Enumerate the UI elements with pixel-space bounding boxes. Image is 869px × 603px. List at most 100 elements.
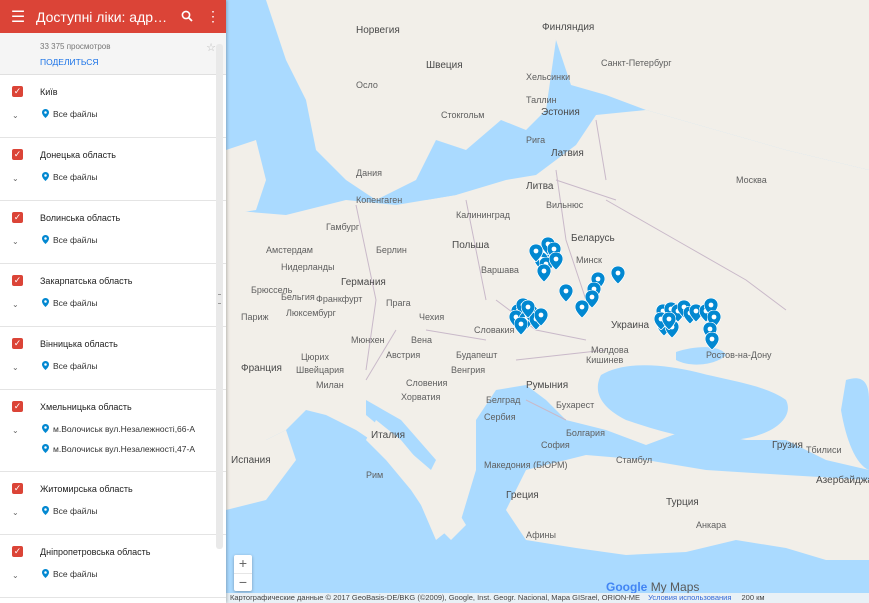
layer-checkbox[interactable]: ✓ bbox=[12, 275, 23, 286]
place-label: Франкфурт bbox=[316, 294, 363, 304]
layer-name[interactable]: Хмельницька область bbox=[40, 402, 132, 412]
app-bar: ☰ Доступні ліки: адреси ... ⋮ bbox=[0, 0, 226, 33]
layer-checkbox[interactable]: ✓ bbox=[12, 483, 23, 494]
place-label: Варшава bbox=[481, 265, 519, 275]
layer-feature[interactable]: Все файлы bbox=[42, 109, 98, 119]
layer-checkbox[interactable]: ✓ bbox=[12, 212, 23, 223]
country-label: Финляндия bbox=[542, 22, 595, 33]
map-pin-marker[interactable] bbox=[537, 264, 551, 282]
place-label: Сербия bbox=[484, 412, 516, 422]
place-label: Бельгия bbox=[281, 292, 315, 302]
country-label: Румыния bbox=[526, 380, 569, 391]
place-label: Берлин bbox=[376, 245, 407, 255]
country-label: Грузия bbox=[772, 440, 803, 451]
country-label: Эстония bbox=[541, 107, 580, 118]
map-pin-marker[interactable] bbox=[611, 266, 625, 284]
share-button[interactable]: ПОДЕЛИТЬСЯ bbox=[40, 57, 99, 67]
star-icon[interactable]: ☆ bbox=[206, 41, 216, 54]
map-pin-marker[interactable] bbox=[529, 244, 543, 262]
layer-checkbox[interactable]: ✓ bbox=[12, 149, 23, 160]
zoom-out-button[interactable]: − bbox=[234, 573, 252, 591]
map-pin-marker[interactable] bbox=[521, 300, 535, 318]
map-pin-marker[interactable] bbox=[534, 308, 548, 326]
map-pin-marker[interactable] bbox=[514, 317, 528, 335]
legend-sidebar: ☰ Доступні ліки: адреси ... ⋮ 33 375 про… bbox=[0, 0, 226, 603]
place-label: Дания bbox=[356, 168, 382, 178]
chevron-down-icon[interactable]: ⌄ bbox=[12, 426, 19, 435]
views-count: 33 375 просмотров bbox=[40, 42, 111, 51]
chevron-down-icon[interactable]: ⌄ bbox=[12, 363, 19, 372]
place-label: Венгрия bbox=[451, 365, 486, 375]
place-label: Таллин bbox=[526, 95, 557, 105]
layer-checkbox[interactable]: ✓ bbox=[12, 546, 23, 557]
place-label: Прага bbox=[386, 298, 411, 308]
place-label: Бухарест bbox=[556, 400, 595, 410]
place-label: Люксембург bbox=[286, 308, 336, 318]
layer-list: ✓ Київ ⌄ Все файлы ✓ Донецька область ⌄ Все фай… bbox=[0, 75, 226, 598]
country-label: Испания bbox=[231, 455, 271, 466]
place-label: Хорватия bbox=[401, 392, 441, 402]
feature-label: м.Волочиськ вул.Незалежності,47-А bbox=[53, 444, 196, 454]
search-icon[interactable] bbox=[174, 9, 200, 25]
chevron-down-icon[interactable]: ⌄ bbox=[12, 508, 19, 517]
place-label: Стокгольм bbox=[441, 110, 485, 120]
feature-label: Все файлы bbox=[53, 361, 98, 371]
sidebar-scrollbar[interactable] bbox=[216, 44, 223, 549]
map-pin-marker[interactable] bbox=[575, 300, 589, 318]
place-label: Копенгаген bbox=[356, 195, 403, 205]
map-pin-marker[interactable] bbox=[705, 332, 719, 350]
layer-item: ✓ Вінницька область ⌄ Все файлы bbox=[0, 327, 226, 390]
layer-name[interactable]: Волинська область bbox=[40, 213, 120, 223]
country-label: Италия bbox=[371, 430, 406, 441]
map-canvas[interactable]: Финляндия Норвегия Эстония Латвия Литва Польш… bbox=[226, 0, 869, 603]
map-pin-icon bbox=[42, 172, 49, 181]
country-label: Азербайджан bbox=[816, 475, 869, 486]
place-label: Москва bbox=[736, 175, 767, 185]
layer-feature[interactable]: Все файлы bbox=[42, 172, 98, 182]
place-label: Словения bbox=[406, 378, 448, 388]
chevron-down-icon[interactable]: ⌄ bbox=[12, 111, 19, 120]
chevron-down-icon[interactable]: ⌄ bbox=[12, 237, 19, 246]
layer-feature[interactable]: Все файлы bbox=[42, 569, 98, 579]
place-label: Осло bbox=[356, 80, 378, 90]
chevron-down-icon[interactable]: ⌄ bbox=[12, 300, 19, 309]
chevron-down-icon[interactable]: ⌄ bbox=[12, 571, 19, 580]
map-title: Доступні ліки: адреси ... bbox=[36, 8, 174, 25]
country-label: Греция bbox=[506, 490, 539, 501]
map-pin-marker[interactable] bbox=[662, 312, 676, 330]
layer-feature[interactable]: м.Волочиськ вул.Незалежності,66-А bbox=[42, 424, 195, 434]
layer-feature[interactable]: Все файлы bbox=[42, 298, 98, 308]
map-meta: 33 375 просмотров ПОДЕЛИТЬСЯ ☆ bbox=[0, 33, 226, 75]
layer-checkbox[interactable]: ✓ bbox=[12, 401, 23, 412]
layer-feature[interactable]: Все файлы bbox=[42, 235, 98, 245]
layer-feature[interactable]: Все файлы bbox=[42, 361, 98, 371]
place-label: Гамбург bbox=[326, 222, 360, 232]
layer-name[interactable]: Закарпатська область bbox=[40, 276, 132, 286]
layer-name[interactable]: Дніпропетровська область bbox=[40, 547, 151, 557]
layer-item: ✓ Волинська область ⌄ Все файлы bbox=[0, 201, 226, 264]
layer-checkbox[interactable]: ✓ bbox=[12, 86, 23, 97]
layer-feature[interactable]: м.Волочиськ вул.Незалежності,47-А bbox=[42, 444, 195, 454]
menu-icon[interactable]: ☰ bbox=[0, 7, 36, 27]
scale-label: 200 км bbox=[741, 593, 765, 602]
terms-link[interactable]: Условия использования bbox=[648, 593, 731, 602]
layer-name[interactable]: Житомирська область bbox=[40, 484, 133, 494]
map-pin-marker[interactable] bbox=[559, 284, 573, 302]
layer-feature[interactable]: Все файлы bbox=[42, 506, 98, 516]
map-pin-icon bbox=[42, 361, 49, 370]
feature-label: Все файлы bbox=[53, 235, 98, 245]
map-pin-icon bbox=[42, 569, 49, 578]
place-label: Цюрих bbox=[301, 352, 329, 362]
layer-name[interactable]: Вінницька область bbox=[40, 339, 118, 349]
chevron-down-icon[interactable]: ⌄ bbox=[12, 174, 19, 183]
feature-label: Все файлы bbox=[53, 506, 98, 516]
layer-checkbox[interactable]: ✓ bbox=[12, 338, 23, 349]
map-pin-marker[interactable] bbox=[549, 252, 563, 270]
layer-name[interactable]: Київ bbox=[40, 87, 58, 97]
layer-name[interactable]: Донецька область bbox=[40, 150, 116, 160]
country-label: Франция bbox=[241, 363, 282, 374]
zoom-controls: + − bbox=[234, 555, 252, 591]
more-options-icon[interactable]: ⋮ bbox=[200, 8, 226, 25]
zoom-in-button[interactable]: + bbox=[234, 555, 252, 573]
feature-label: Все файлы bbox=[53, 109, 98, 119]
